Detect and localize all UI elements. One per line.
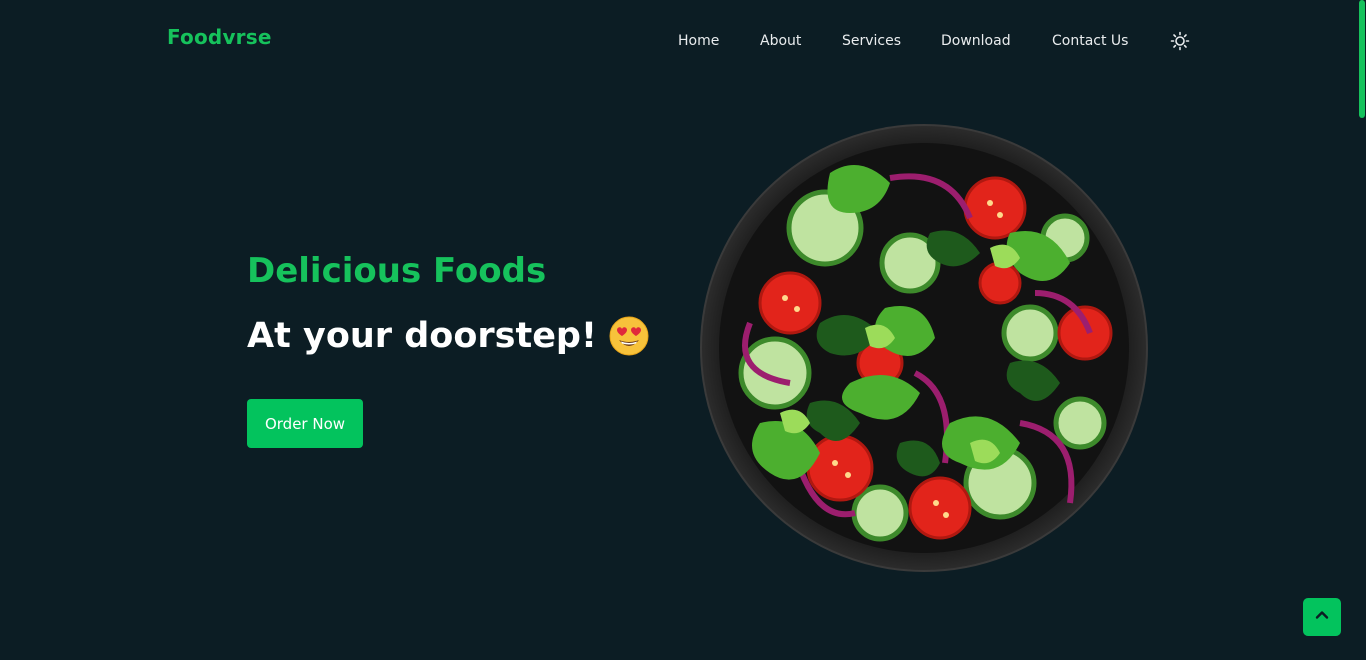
chevron-up-icon [1314, 607, 1330, 627]
salad-bowl-image [700, 123, 1148, 573]
nav-services[interactable]: Services [842, 33, 901, 49]
page-scrollbar[interactable] [1358, 0, 1366, 660]
scrollbar-thumb[interactable] [1359, 0, 1365, 118]
hero-subtitle: At your doorstep! [247, 316, 597, 356]
main-nav: Home About Services Download Contact Us [0, 33, 1366, 53]
nav-about[interactable]: About [760, 33, 801, 49]
nav-contact-us[interactable]: Contact Us [1052, 33, 1128, 49]
nav-home[interactable]: Home [678, 33, 719, 49]
back-to-top-button[interactable] [1303, 598, 1341, 636]
heart-eyes-emoji-icon [609, 316, 649, 356]
nav-download[interactable]: Download [941, 33, 1011, 49]
hero-title: Delicious Foods [247, 251, 547, 291]
order-now-button[interactable]: Order Now [247, 399, 363, 448]
sun-icon[interactable] [1170, 31, 1190, 51]
hero-subtitle-row: At your doorstep! [247, 316, 649, 356]
landing-page: Foodvrse Home About Services Download Co… [0, 0, 1366, 660]
